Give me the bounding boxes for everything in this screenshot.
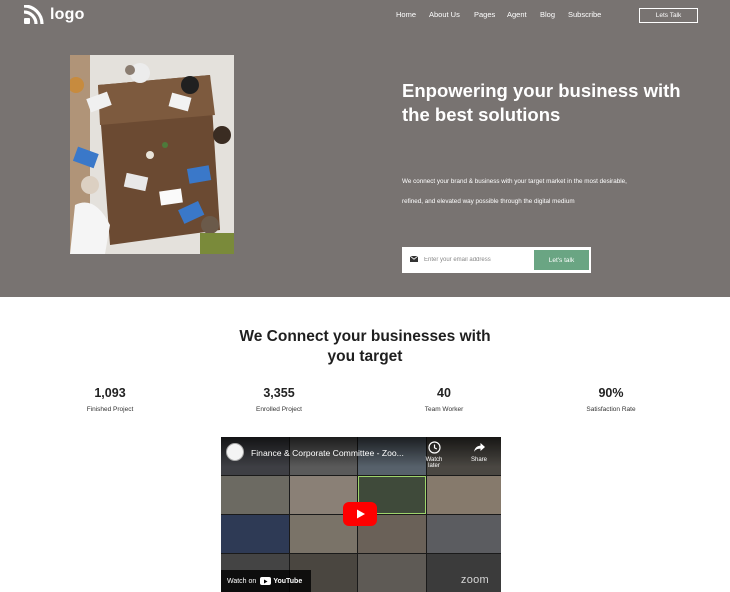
nav-agent[interactable]: Agent — [507, 10, 527, 19]
share-label: Share — [470, 457, 487, 463]
watch-later-button[interactable]: Watch later — [421, 441, 447, 469]
nav-blog[interactable]: Blog — [540, 10, 555, 19]
play-icon — [357, 509, 365, 519]
video-tile — [221, 515, 289, 553]
share-button[interactable]: Share — [467, 441, 491, 463]
channel-avatar[interactable] — [226, 443, 244, 461]
stat-value: 1,093 — [94, 386, 126, 400]
stat-label: Enrolled Project — [256, 406, 302, 413]
video-tile — [221, 476, 289, 514]
connect-title-line-1: We Connect your businesses with — [239, 328, 491, 345]
stat-label: Finished Project — [86, 406, 134, 413]
youtube-wordmark: YouTube — [273, 577, 303, 585]
watch-on-label: Watch on — [227, 577, 257, 585]
watch-on-youtube-button[interactable]: Watch on YouTube — [221, 570, 311, 592]
email-input[interactable] — [424, 253, 530, 267]
play-button[interactable] — [343, 502, 377, 526]
clock-icon — [427, 441, 441, 454]
watch-later-label: Watch later — [425, 457, 443, 469]
zoom-watermark: zoom — [460, 574, 489, 586]
stat-enrolled-project: 3,355 Enrolled Project — [234, 385, 324, 413]
nav-pages[interactable]: Pages — [474, 10, 495, 19]
email-signup-form: Let's talk — [402, 247, 591, 273]
hero-title: Enpowering your business with the best s… — [402, 80, 681, 125]
stat-value: 3,355 — [263, 386, 295, 400]
connect-title-line-2: you target — [327, 348, 403, 365]
video-title[interactable]: Finance & Corporate Committee - Zoo... — [251, 448, 404, 458]
hero-description: We connect your brand & business with yo… — [402, 178, 627, 205]
youtube-play-icon — [260, 577, 272, 585]
video-tile — [358, 554, 426, 592]
nav-home[interactable]: Home — [396, 10, 416, 19]
video-tile — [427, 515, 501, 553]
nav-about-us[interactable]: About Us — [429, 10, 460, 19]
stat-finished-project: 1,093 Finished Project — [65, 385, 155, 413]
video-tile — [427, 476, 501, 514]
stat-value: 40 — [437, 386, 451, 400]
lets-talk-button[interactable]: Lets Talk — [639, 8, 698, 23]
video-tile — [427, 554, 501, 592]
logo-text: logo — [50, 6, 85, 23]
stat-team-worker: 40 Team Worker — [399, 385, 489, 413]
connect-section-title: We Connect your businesses with you targ… — [0, 327, 730, 367]
embedded-video[interactable]: Finance & Corporate Committee - Zoo... W… — [221, 437, 501, 592]
stat-value: 90% — [598, 386, 624, 400]
lets-talk-submit-button[interactable]: Let's talk — [534, 250, 589, 270]
mail-icon — [410, 256, 418, 262]
logo[interactable]: logo — [23, 5, 85, 25]
logo-icon — [23, 5, 44, 25]
youtube-logo: YouTube — [260, 577, 302, 585]
hero-meeting-photo — [70, 55, 234, 254]
stat-label: Satisfaction Rate — [586, 406, 636, 413]
nav-subscribe[interactable]: Subscribe — [568, 10, 601, 19]
stat-satisfaction-rate: 90% Satisfaction Rate — [566, 385, 656, 413]
hero-section: logo Home About Us Pages Agent Blog Subs… — [0, 0, 730, 297]
meeting-photo-illustration — [70, 55, 234, 254]
share-icon — [473, 443, 485, 452]
stat-label: Team Worker — [424, 406, 464, 413]
